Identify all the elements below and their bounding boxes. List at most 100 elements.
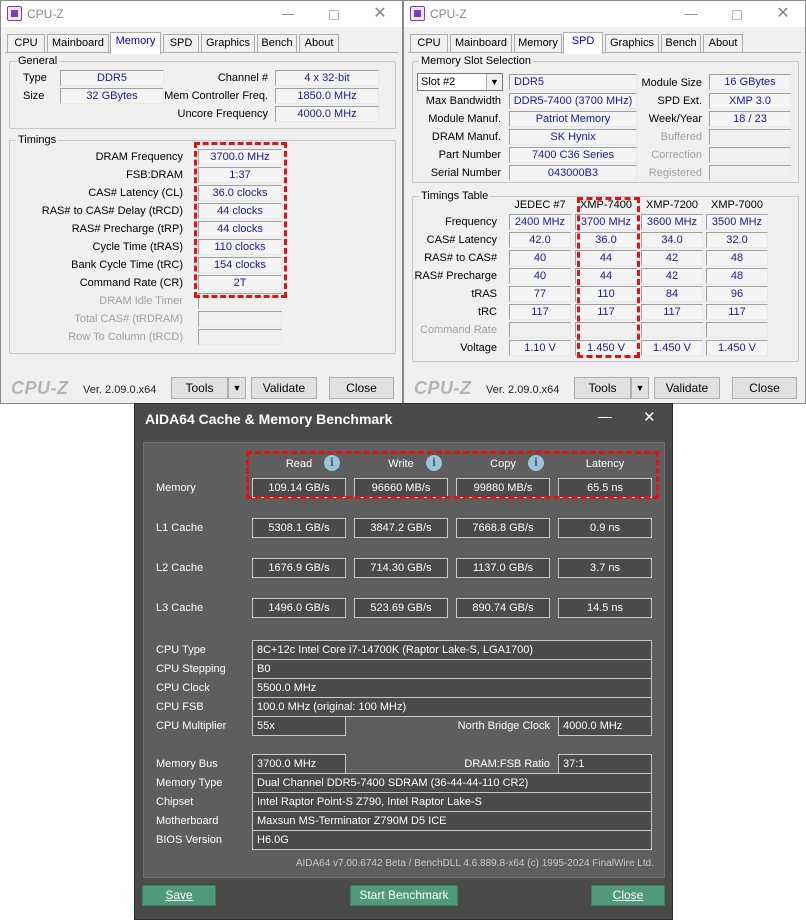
- validate-button[interactable]: Validate: [654, 377, 720, 399]
- cpu-stepping-label: CPU Stepping: [156, 663, 226, 675]
- max-bandwidth-value: DDR5-7400 (3700 MHz): [509, 93, 637, 109]
- tab-about[interactable]: About: [299, 34, 339, 53]
- info-icon[interactable]: i: [324, 455, 340, 471]
- table-cell: 1.450 V: [706, 340, 768, 356]
- table-cell: 117: [641, 304, 703, 320]
- row-label: tRAS: [471, 288, 497, 300]
- tools-button[interactable]: Tools: [171, 377, 228, 399]
- close-button[interactable]: Close: [732, 377, 797, 399]
- timing-label-disabled: Total CAS# (tRDRAM): [74, 313, 183, 325]
- close-button[interactable]: Close: [329, 377, 394, 399]
- spd-ext-label: SPD Ext.: [657, 95, 702, 107]
- tab-bench[interactable]: Bench: [257, 34, 297, 53]
- bios-version-value: H6.0G: [252, 830, 652, 850]
- validate-button[interactable]: Validate: [251, 377, 317, 399]
- tab-bench[interactable]: Bench: [661, 34, 701, 53]
- close-button[interactable]: Close: [591, 885, 665, 906]
- row-label: Frequency: [445, 216, 497, 228]
- tab-spd[interactable]: SPD: [163, 34, 199, 53]
- registered-value: [709, 165, 791, 181]
- close-label: Close: [612, 888, 644, 902]
- tools-dropdown-icon[interactable]: ▼: [631, 377, 649, 399]
- table-cell: 42.0: [509, 232, 571, 248]
- correction-label: Correction: [651, 149, 702, 161]
- tab-graphics[interactable]: Graphics: [605, 34, 659, 53]
- type-value: DDR5: [60, 70, 164, 86]
- registered-label: Registered: [648, 167, 702, 179]
- save-button[interactable]: Save: [142, 885, 216, 906]
- timing-label: Bank Cycle Time (tRC): [71, 259, 183, 271]
- channel-label: Channel #: [217, 72, 268, 84]
- table-cell: 44: [575, 250, 637, 266]
- close-icon[interactable]: ✕: [768, 5, 798, 23]
- table-cell: 84: [641, 286, 703, 302]
- info-icon[interactable]: i: [426, 455, 442, 471]
- close-icon[interactable]: ✕: [365, 5, 395, 23]
- row-label: Command Rate: [419, 324, 497, 336]
- cpuz-spd-window: CPU-Z — ✕ CPU Mainboard Memory SPD Graph…: [403, 0, 806, 404]
- bench-value: 96660 MB/s: [354, 478, 448, 498]
- part-number-label: Part Number: [438, 149, 501, 161]
- module-manuf-value: Patriot Memory: [509, 111, 637, 127]
- spd-panel: Memory Slot Selection Slot #2 ▼ DDR5 Mod…: [408, 52, 801, 371]
- tools-button[interactable]: Tools: [574, 377, 631, 399]
- tab-spd[interactable]: SPD: [563, 32, 603, 54]
- timing-value: 36.0 clocks: [198, 185, 282, 201]
- info-icon[interactable]: i: [528, 455, 544, 471]
- bench-value: 523.69 GB/s: [354, 598, 448, 618]
- table-cell: [575, 322, 637, 338]
- mem-controller-label: Mem Controller Freq.: [164, 90, 268, 102]
- size-value: 32 GBytes: [60, 88, 164, 104]
- week-year-value: 18 / 23: [709, 111, 791, 127]
- bench-value: 14.5 ns: [558, 598, 652, 618]
- timing-label: Cycle Time (tRAS): [92, 241, 183, 253]
- minimize-icon[interactable]: —: [676, 5, 706, 23]
- chipset-value: Intel Raptor Point-S Z790, Intel Raptor …: [252, 792, 652, 812]
- table-cell: 117: [706, 304, 768, 320]
- tab-cpu[interactable]: CPU: [7, 34, 45, 53]
- channel-value: 4 x 32-bit: [275, 70, 379, 86]
- tools-dropdown-icon[interactable]: ▼: [228, 377, 246, 399]
- minimize-icon[interactable]: —: [598, 408, 612, 424]
- close-icon[interactable]: ✕: [643, 408, 656, 426]
- tab-strip: CPU Mainboard Memory SPD Graphics Bench …: [404, 32, 805, 54]
- tab-mainboard[interactable]: Mainboard: [450, 34, 512, 53]
- bench-value: 1676.9 GB/s: [252, 558, 346, 578]
- tab-cpu[interactable]: CPU: [410, 34, 448, 53]
- table-cell: 3600 MHz: [641, 214, 703, 230]
- slot-select[interactable]: Slot #2 ▼: [417, 73, 503, 91]
- timing-value: 2T: [198, 275, 282, 291]
- uncore-label: Uncore Frequency: [177, 108, 269, 120]
- timing-label: DRAM Frequency: [95, 151, 183, 163]
- maximize-icon[interactable]: [722, 5, 752, 23]
- table-cell: 1.450 V: [575, 340, 637, 356]
- tab-memory[interactable]: Memory: [514, 34, 562, 53]
- bios-version-label: BIOS Version: [156, 834, 223, 846]
- table-cell: [641, 322, 703, 338]
- column-header: XMP-7400: [580, 199, 632, 211]
- table-cell: 40: [509, 268, 571, 284]
- bench-value: 890.74 GB/s: [456, 598, 550, 618]
- north-bridge-label: North Bridge Clock: [457, 720, 550, 732]
- column-header: XMP-7200: [646, 199, 698, 211]
- row-label: CAS# Latency: [426, 234, 497, 246]
- table-cell: 2400 MHz: [509, 214, 571, 230]
- table-cell: 42: [641, 268, 703, 284]
- bench-value: 65.5 ns: [558, 478, 652, 498]
- maximize-icon[interactable]: [319, 5, 349, 23]
- table-cell: 42: [641, 250, 703, 266]
- timing-value-empty: [198, 293, 282, 309]
- tab-graphics[interactable]: Graphics: [201, 34, 255, 53]
- timing-value: 110 clocks: [198, 239, 282, 255]
- start-benchmark-button[interactable]: Start Benchmark: [350, 885, 458, 906]
- timing-value: 1:37: [198, 167, 282, 183]
- tab-about[interactable]: About: [703, 34, 743, 53]
- table-cell: 48: [706, 250, 768, 266]
- minimize-icon[interactable]: —: [273, 5, 303, 23]
- group-title: Timings Table: [419, 189, 491, 203]
- tab-mainboard[interactable]: Mainboard: [47, 34, 109, 53]
- tab-memory[interactable]: Memory: [110, 32, 161, 54]
- cpu-clock-value: 5500.0 MHz: [252, 678, 652, 698]
- buffered-label: Buffered: [660, 131, 702, 143]
- bench-row-label: L1 Cache: [156, 522, 204, 534]
